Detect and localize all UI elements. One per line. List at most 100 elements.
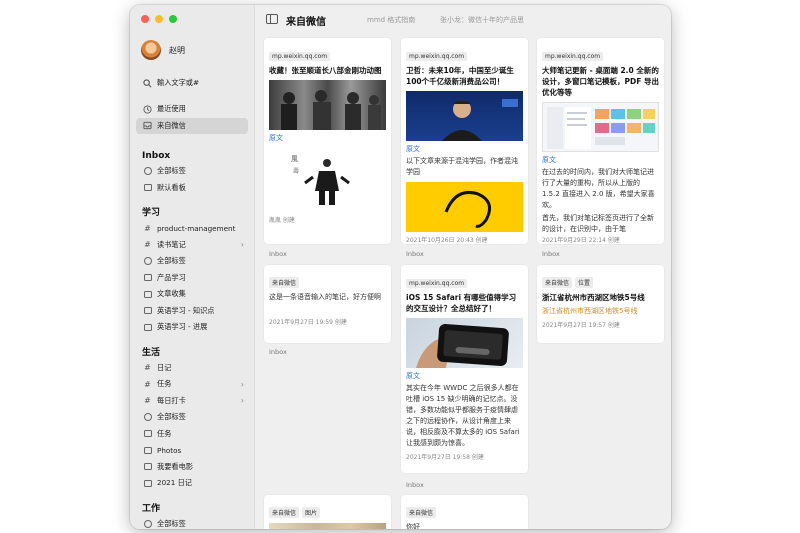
figure-illustration: 風 壽 bbox=[269, 147, 386, 211]
sidebar-section-title: Inbox bbox=[142, 151, 171, 161]
sidebar-item[interactable]: 2021 日记 bbox=[136, 475, 248, 492]
article-photo bbox=[269, 80, 386, 130]
card-title: 大师笔记更新 - 桌面端 2.0 全新的设计，多窗口笔记模板，PDF 导出优化等… bbox=[542, 66, 659, 97]
sidebar-item[interactable]: 全部标签 bbox=[136, 253, 248, 270]
sidebar-item-label: 来自微信 bbox=[157, 120, 186, 130]
sidebar-item[interactable]: 我要看电影 bbox=[136, 459, 248, 476]
sidebar-item[interactable]: 任务 bbox=[136, 426, 248, 443]
source-link[interactable]: 原文 bbox=[406, 144, 523, 154]
sidebar-item[interactable]: # 读书笔记 › bbox=[136, 237, 248, 254]
source-tag: mp.weixin.qq.com bbox=[406, 279, 468, 288]
location-text[interactable]: 浙江省杭州市西湖区地铁5号线 bbox=[542, 306, 659, 317]
source-link[interactable]: 原文 bbox=[542, 155, 659, 165]
board-icon bbox=[143, 183, 152, 192]
note-card[interactable]: 来自微信 图片 bbox=[264, 495, 391, 529]
card-meta: 胤胤 创建 bbox=[269, 217, 295, 224]
card-meta: 2021年9月27日 19:59 创建 bbox=[269, 319, 347, 326]
close-window-button[interactable] bbox=[141, 15, 149, 23]
sidebar-item-label: 日记 bbox=[157, 362, 172, 372]
sidebar-item[interactable]: 产品学习 bbox=[136, 270, 248, 287]
card-meta: 2021年10月26日 20:43 创建 bbox=[406, 237, 488, 244]
chevron-right-icon[interactable]: › bbox=[241, 396, 244, 405]
sidebar-item[interactable]: 文章收集 bbox=[136, 286, 248, 303]
window-controls bbox=[141, 15, 177, 23]
sidebar-item-label: 产品学习 bbox=[157, 272, 186, 282]
note-card[interactable]: mp.weixin.qq.com iOS 15 Safari 有哪些值得学习的交… bbox=[401, 265, 528, 473]
top-nav: 最近使用 来自微信 bbox=[136, 101, 248, 134]
sidebar-item[interactable]: 全部标签 bbox=[136, 516, 248, 530]
source-link[interactable]: 原文 bbox=[269, 133, 386, 143]
sidebar-item-label: 英语学习 - 知识点 bbox=[157, 305, 215, 315]
source-tag: mp.weixin.qq.com bbox=[269, 52, 331, 61]
note-card[interactable]: mp.weixin.qq.com 卫哲：未来10年，中国至少诞生100个千亿级新… bbox=[401, 38, 528, 244]
minimize-window-button[interactable] bbox=[155, 15, 163, 23]
board-icon bbox=[143, 273, 152, 282]
sidebar-section-title: 工作 bbox=[142, 503, 161, 514]
sidebar-item-label: product-management bbox=[157, 223, 236, 233]
inbox-label: Inbox bbox=[542, 250, 560, 258]
sidebar-item[interactable]: 全部标签 bbox=[136, 409, 248, 426]
sidebar-item-recent[interactable]: 最近使用 bbox=[136, 101, 248, 118]
sidebar-item[interactable]: 全部标签 bbox=[136, 163, 248, 180]
phone-photo bbox=[406, 318, 523, 368]
note-card[interactable]: mp.weixin.qq.com 大师笔记更新 - 桌面端 2.0 全新的设计，… bbox=[537, 38, 664, 244]
source-tag: 来自微信 bbox=[542, 277, 573, 288]
sidebar-item-label: 任务 bbox=[157, 428, 172, 438]
hash-icon: # bbox=[144, 223, 151, 233]
tag-circle-icon bbox=[143, 257, 152, 266]
speaker-photo bbox=[406, 91, 523, 141]
card-text: 以下文章来源于混沌学园，作者混沌学园 bbox=[406, 157, 518, 176]
sidebar-item[interactable]: Photos bbox=[136, 442, 248, 459]
board-icon bbox=[143, 479, 152, 488]
source-link[interactable]: 原文 bbox=[406, 371, 523, 381]
note-card[interactable]: mp.weixin.qq.com 收藏！张至顺道长八部金刚功动图 原文 風 壽 bbox=[264, 38, 391, 244]
sidebar-item[interactable]: # 任务 › bbox=[136, 376, 248, 393]
board-icon bbox=[143, 323, 152, 332]
sidebar-item-label: 全部标签 bbox=[157, 166, 186, 176]
card-meta: 2021年9月29日 22:14 创建 bbox=[542, 237, 620, 244]
avatar bbox=[141, 40, 161, 60]
user-profile[interactable]: 赵明 bbox=[141, 40, 185, 60]
sidebar-toggle-icon[interactable] bbox=[266, 14, 278, 24]
card-meta: 2021年9月27日 19:58 创建 bbox=[406, 454, 484, 461]
sidebar-item-label: 我要看电影 bbox=[157, 461, 193, 471]
zoom-window-button[interactable] bbox=[169, 15, 177, 23]
sidebar-item-label: 最近使用 bbox=[157, 104, 186, 114]
source-tag: mp.weixin.qq.com bbox=[406, 52, 468, 61]
search-input[interactable]: 輸入文字或# bbox=[136, 75, 248, 92]
card-text: 你好 bbox=[406, 523, 420, 529]
tag-circle-icon bbox=[143, 167, 152, 176]
ghost-tab[interactable]: mmd 格式指南 bbox=[367, 15, 415, 25]
sidebar-item[interactable]: # 日记 bbox=[136, 360, 248, 377]
hash-icon: # bbox=[144, 240, 151, 250]
sidebar-sections: Inbox 全部标签 默认看板 学习 # product-management # 读书笔记 ›… bbox=[136, 139, 248, 529]
tag-circle-icon bbox=[143, 519, 152, 528]
chevron-right-icon[interactable]: › bbox=[241, 380, 244, 389]
sidebar-item-from-wechat[interactable]: 来自微信 bbox=[136, 117, 248, 134]
user-name: 赵明 bbox=[169, 45, 185, 55]
note-card[interactable]: 来自微信 你好 bbox=[401, 495, 528, 529]
sidebar-item-label: 任务 bbox=[157, 379, 172, 389]
sidebar-item[interactable]: 英语学习 - 进展 bbox=[136, 319, 248, 336]
ghost-tab[interactable]: 张小龙：微信十年的产品思 bbox=[440, 15, 524, 25]
card-title: iOS 15 Safari 有哪些值得学习的交互设计？全总结好了！ bbox=[406, 293, 517, 313]
sidebar-item[interactable]: 英语学习 - 知识点 bbox=[136, 303, 248, 320]
board-icon bbox=[143, 462, 152, 471]
card-meta: 2021年9月27日 19:57 创建 bbox=[542, 322, 620, 329]
board-icon bbox=[143, 290, 152, 299]
inbox-label: Inbox bbox=[406, 481, 424, 489]
sidebar-item[interactable]: 默认看板 bbox=[136, 180, 248, 197]
note-card[interactable]: 来自微信 这是一条语音输入的笔记，好方便啊 2021年9月27日 19:59 创… bbox=[264, 265, 391, 343]
card-grid: mp.weixin.qq.com 收藏！张至顺道长八部金刚功动图 原文 風 壽 bbox=[255, 35, 671, 529]
sidebar-item[interactable]: # product-management bbox=[136, 220, 248, 237]
note-card[interactable]: 来自微信 位置 浙江省杭州市西湖区地铁5号线 浙江省杭州市西湖区地铁5号线 202… bbox=[537, 265, 664, 343]
sidebar-item-label: 全部标签 bbox=[157, 518, 186, 528]
type-tag: 图片 bbox=[302, 507, 321, 518]
chevron-right-icon[interactable]: › bbox=[241, 240, 244, 249]
sidebar-item-label: 每日打卡 bbox=[157, 395, 186, 405]
sidebar-item-label: 全部标签 bbox=[157, 412, 186, 422]
sidebar-section-title: 学习 bbox=[142, 208, 161, 218]
sidebar-item[interactable]: # 每日打卡 › bbox=[136, 393, 248, 410]
location-tag: 位置 bbox=[575, 277, 594, 288]
sidebar-item-label: Photos bbox=[157, 445, 182, 455]
